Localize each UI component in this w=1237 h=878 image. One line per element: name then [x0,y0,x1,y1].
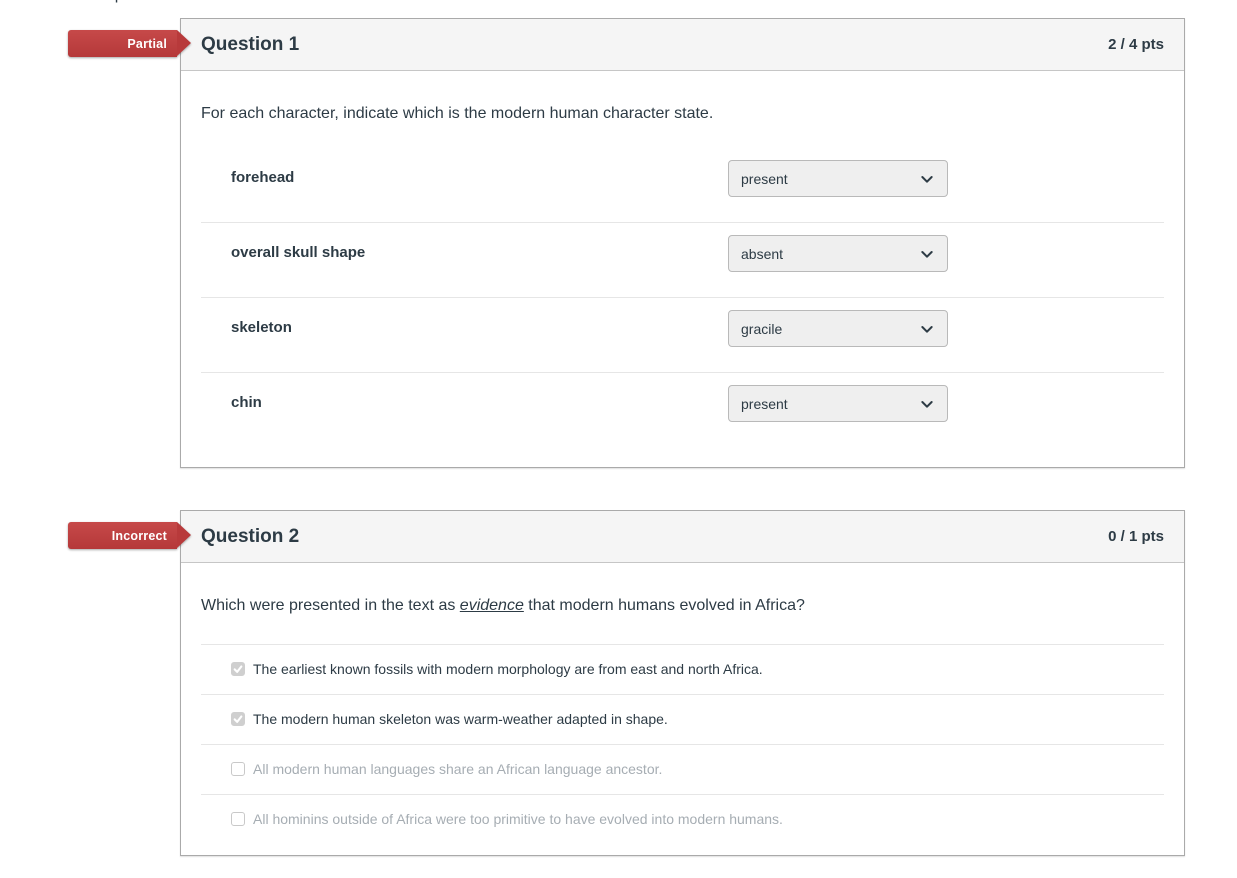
question-points: 0 / 1 pts [1108,528,1164,545]
matching-row: forehead present [201,148,1164,223]
chevron-down-icon [921,325,933,333]
matching-row-label: forehead [231,169,295,186]
question-title: Question 1 [201,33,300,55]
emphasis-word: evidence [459,597,524,614]
answer-select-value: present [741,395,788,412]
chevron-down-icon [921,250,933,258]
check-icon [233,715,243,723]
chevron-down-icon [921,400,933,408]
answer-select-value: absent [741,245,784,262]
question-card-2: Question 2 0 / 1 pts Which were presente… [180,510,1185,856]
question-header: Question 2 0 / 1 pts [181,511,1184,563]
answer-option: The modern human skeleton was warm-weath… [201,694,1164,744]
answer-select-value: present [741,170,788,187]
answer-option-label: The earliest known fossils with modern m… [253,661,763,677]
question-prompt: For each character, indicate which is th… [201,105,714,122]
question-body: For each character, indicate which is th… [181,103,1184,447]
answer-select[interactable]: absent [728,235,948,272]
matching-row: skeleton gracile [201,298,1164,373]
answer-option: All hominins outside of Africa were too … [201,794,1164,844]
answer-select[interactable]: present [728,160,948,197]
answer-select-value: gracile [741,320,783,337]
chevron-down-icon [921,175,933,183]
status-flag-incorrect: Incorrect [68,522,191,549]
question-body: Which were presented in the text as evid… [181,595,1184,844]
attempt-time-note: This attempt took 4 minutes. [40,0,241,4]
answer-select[interactable]: present [728,385,948,422]
matching-row-label: chin [231,394,262,411]
answer-option-label: The modern human skeleton was warm-weath… [253,711,668,727]
matching-row: overall skull shape absent [201,223,1164,298]
answer-checkbox[interactable] [231,762,245,776]
question-card-1: Question 1 2 / 4 pts For each character,… [180,18,1185,468]
question-points: 2 / 4 pts [1108,36,1164,53]
matching-rows: forehead present overall skull shape abs… [201,148,1164,447]
matching-row-label: overall skull shape [231,244,366,261]
answer-option: All modern human languages share an Afri… [201,744,1164,794]
matching-row-label: skeleton [231,319,292,336]
status-flag-partial: Partial [68,30,191,57]
answer-checkbox[interactable] [231,662,245,676]
matching-row: chin present [201,373,1164,447]
status-flag-label: Partial [127,36,167,51]
question-title: Question 2 [201,525,300,547]
answer-option: The earliest known fossils with modern m… [201,644,1164,694]
check-icon [233,665,243,673]
answer-option-label: All modern human languages share an Afri… [253,761,663,777]
answer-option-label: All hominins outside of Africa were too … [253,811,783,827]
answer-checkbox[interactable] [231,712,245,726]
answer-checkbox[interactable] [231,812,245,826]
question-prompt: Which were presented in the text as evid… [201,597,805,614]
question-header: Question 1 2 / 4 pts [181,19,1184,71]
status-flag-label: Incorrect [111,528,167,543]
answer-options: The earliest known fossils with modern m… [201,644,1164,844]
answer-select[interactable]: gracile [728,310,948,347]
